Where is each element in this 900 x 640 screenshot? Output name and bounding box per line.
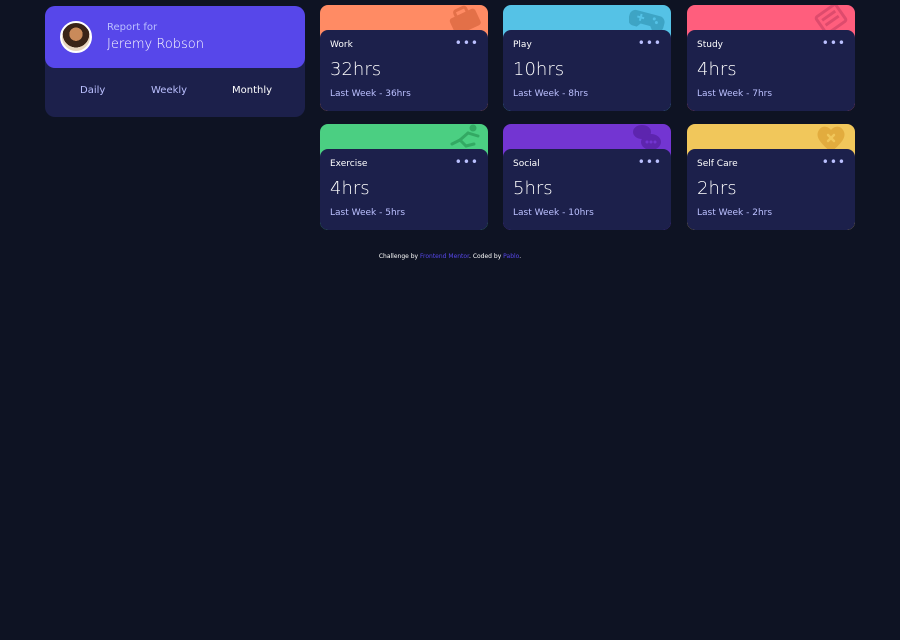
card-title: Self Care: [697, 159, 738, 169]
previous-hours: Last Week - 2hrs: [697, 208, 773, 218]
previous-hours: Last Week - 10hrs: [513, 208, 594, 218]
activity-card-play: Play ••• 10hrs Last Week - 8hrs: [503, 5, 671, 111]
card-content: Work ••• 32hrs Last Week - 36hrs: [320, 30, 488, 111]
ellipsis-icon[interactable]: •••: [822, 156, 846, 168]
ellipsis-icon[interactable]: •••: [822, 37, 846, 49]
ellipsis-icon[interactable]: •••: [455, 37, 479, 49]
ellipsis-icon[interactable]: •••: [455, 156, 479, 168]
time-tracking-dashboard: Report for Jeremy Robson Daily Weekly Mo…: [0, 0, 900, 640]
attribution-middle: . Coded by: [469, 253, 504, 260]
attribution-suffix: .: [519, 253, 522, 260]
card-content: Play ••• 10hrs Last Week - 8hrs: [503, 30, 671, 111]
activity-card-work: Work ••• 32hrs Last Week - 36hrs: [320, 5, 488, 111]
card-content: Social ••• 5hrs Last Week - 10hrs: [503, 149, 671, 230]
ellipsis-icon[interactable]: •••: [638, 156, 662, 168]
current-hours: 5hrs: [513, 178, 553, 199]
activity-card-self-care: Self Care ••• 2hrs Last Week - 2hrs: [687, 124, 855, 230]
current-hours: 32hrs: [330, 59, 382, 80]
previous-hours: Last Week - 36hrs: [330, 89, 411, 99]
activity-card-study: Study ••• 4hrs Last Week - 7hrs: [687, 5, 855, 111]
frontend-mentor-link[interactable]: Frontend Mentor: [420, 253, 469, 260]
report-for-label: Report for: [107, 22, 158, 33]
card-title: Work: [330, 40, 353, 50]
current-hours: 2hrs: [697, 178, 737, 199]
current-hours: 4hrs: [330, 178, 370, 199]
card-title: Social: [513, 159, 540, 169]
current-hours: 10hrs: [513, 59, 565, 80]
activity-card-social: Social ••• 5hrs Last Week - 10hrs: [503, 124, 671, 230]
attribution: Challenge by Frontend Mentor. Coded by P…: [0, 253, 900, 260]
user-name: Jeremy Robson: [107, 37, 204, 52]
ellipsis-icon[interactable]: •••: [638, 37, 662, 49]
card-title: Exercise: [330, 159, 368, 169]
card-title: Play: [513, 40, 532, 50]
user-avatar: [60, 21, 92, 53]
previous-hours: Last Week - 5hrs: [330, 208, 406, 218]
period-weekly-tab[interactable]: Weekly: [151, 85, 187, 96]
card-content: Study ••• 4hrs Last Week - 7hrs: [687, 30, 855, 111]
card-title: Study: [697, 40, 723, 50]
author-link[interactable]: Pablo: [503, 253, 519, 260]
attribution-prefix: Challenge by: [378, 253, 420, 260]
card-content: Self Care ••• 2hrs Last Week - 2hrs: [687, 149, 855, 230]
profile-header: Report for Jeremy Robson: [45, 6, 305, 68]
card-content: Exercise ••• 4hrs Last Week - 5hrs: [320, 149, 488, 230]
previous-hours: Last Week - 7hrs: [697, 89, 773, 99]
current-hours: 4hrs: [697, 59, 737, 80]
profile-card: Report for Jeremy Robson Daily Weekly Mo…: [45, 6, 305, 117]
period-daily-tab[interactable]: Daily: [80, 85, 105, 96]
previous-hours: Last Week - 8hrs: [513, 89, 589, 99]
activity-card-exercise: Exercise ••• 4hrs Last Week - 5hrs: [320, 124, 488, 230]
period-monthly-tab[interactable]: Monthly: [232, 85, 272, 96]
